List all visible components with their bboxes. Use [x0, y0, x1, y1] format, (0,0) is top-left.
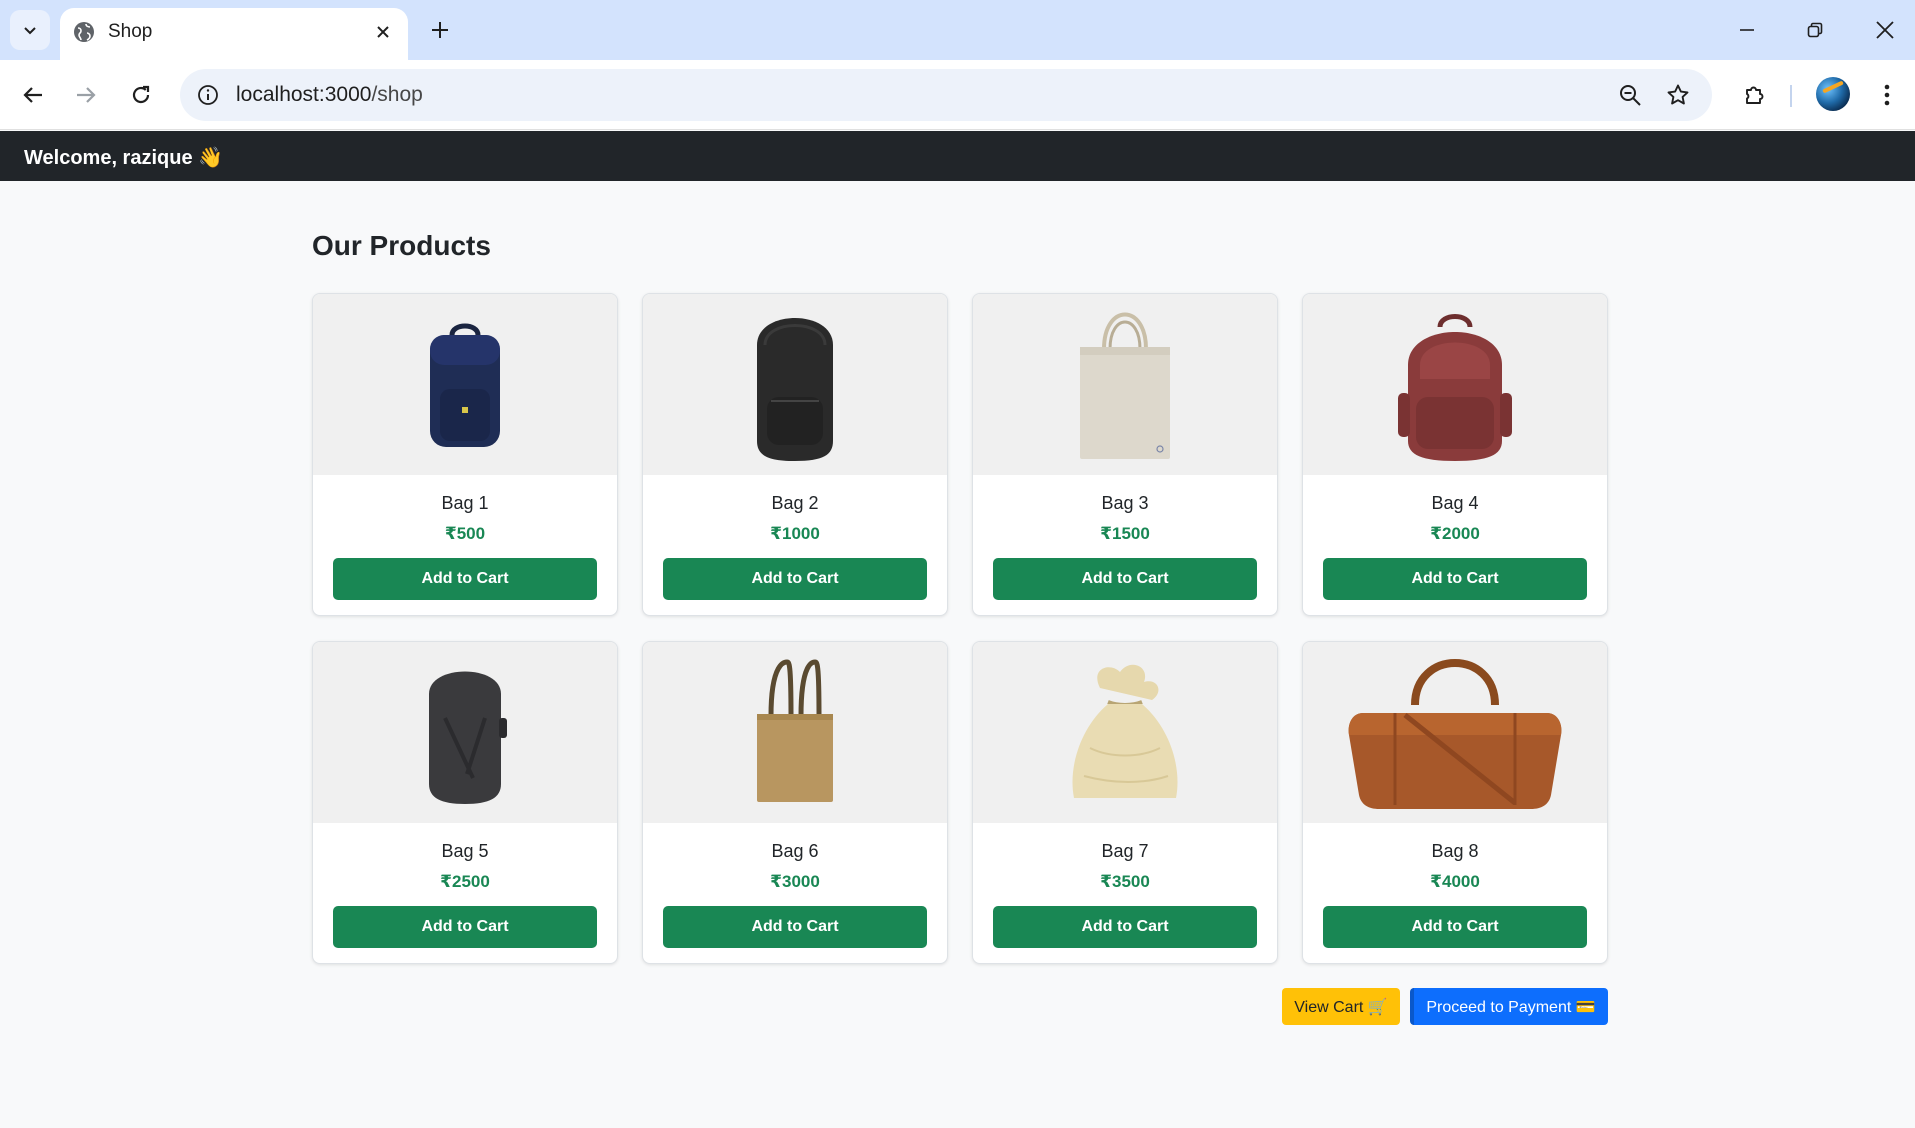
product-name: Bag 7 [1101, 841, 1149, 861]
new-tab-button[interactable] [424, 14, 456, 46]
product-price: ₹3000 [770, 872, 820, 891]
proceed-to-payment-button[interactable]: Proceed to Payment 💳 [1410, 988, 1608, 1025]
product-name: Bag 5 [441, 841, 489, 861]
product-card: Bag 2 ₹1000 Add to Cart [642, 293, 948, 616]
browser-toolbar: localhost:3000/shop [0, 60, 1915, 130]
product-card: Bag 3 ₹1500 Add to Cart [972, 293, 1278, 616]
drawstring-pouch-image [1072, 664, 1178, 798]
app-header: Welcome, razique 👋 [0, 131, 1915, 181]
forward-arrow-icon [77, 87, 96, 103]
product-card: Bag 5 ₹2500 Add to Cart [312, 641, 618, 964]
view-cart-button[interactable]: View Cart 🛒 [1282, 988, 1400, 1025]
site-info-button[interactable] [192, 79, 224, 111]
add-to-cart-button[interactable]: Add to Cart [333, 558, 597, 600]
puzzle-piece-icon [1746, 86, 1764, 104]
browser-menu-button[interactable] [1867, 75, 1907, 115]
url-host: localhost:3000 [236, 83, 372, 106]
product-price: ₹500 [444, 524, 486, 543]
info-icon [198, 85, 218, 105]
product-name: Bag 6 [771, 841, 819, 861]
zoom-out-icon [1620, 85, 1641, 106]
forward-button[interactable] [66, 75, 106, 115]
duffel-bag-image [1348, 658, 1562, 809]
add-to-cart-button[interactable]: Add to Cart [1323, 906, 1587, 948]
add-to-cart-button[interactable]: Add to Cart [1323, 558, 1587, 600]
product-card: Bag 8 ₹4000 Add to Cart [1302, 641, 1608, 964]
star-icon [1667, 84, 1689, 105]
product-card: Bag 4 ₹2000 Add to Cart [1302, 293, 1608, 616]
plus-icon [432, 22, 448, 38]
product-price: ₹2000 [1430, 524, 1480, 543]
close-icon [377, 26, 389, 38]
minimize-button[interactable] [1723, 10, 1771, 50]
back-button[interactable] [13, 75, 53, 115]
reload-icon [132, 85, 150, 104]
product-name: Bag 1 [441, 493, 489, 513]
welcome-message: Welcome, razique 👋 [24, 147, 224, 169]
product-price: ₹3500 [1100, 872, 1150, 891]
product-price: ₹1000 [770, 524, 820, 543]
product-image-area [1303, 642, 1607, 823]
toolbar-separator [1790, 85, 1792, 107]
tab-search-button[interactable] [10, 10, 50, 50]
product-image-area [313, 294, 617, 475]
add-to-cart-button[interactable]: Add to Cart [663, 558, 927, 600]
product-card: Bag 7 ₹3500 Add to Cart [972, 641, 1278, 964]
profile-avatar[interactable] [1816, 77, 1850, 111]
minimize-icon [1740, 29, 1754, 31]
back-arrow-icon [23, 87, 42, 103]
restore-icon [1807, 22, 1823, 38]
restore-button[interactable] [1791, 10, 1839, 50]
reload-button[interactable] [121, 75, 161, 115]
extensions-button[interactable] [1735, 75, 1775, 115]
product-image-area [643, 294, 947, 475]
add-to-cart-button[interactable]: Add to Cart [663, 906, 927, 948]
add-to-cart-button[interactable]: Add to Cart [993, 558, 1257, 600]
product-image-area [1303, 294, 1607, 475]
product-name: Bag 4 [1431, 493, 1479, 513]
product-price: ₹2500 [440, 872, 490, 891]
page-title: Our Products [312, 230, 491, 261]
product-image-area [973, 642, 1277, 823]
url-text: localhost:3000/shop [236, 83, 423, 107]
add-to-cart-button[interactable]: Add to Cart [993, 906, 1257, 948]
add-to-cart-button[interactable]: Add to Cart [333, 906, 597, 948]
address-bar[interactable]: localhost:3000/shop [180, 69, 1712, 121]
close-icon [1876, 21, 1894, 39]
product-grid: Bag 1 ₹500 Add to Cart Bag 2 ₹1000 Add t… [312, 293, 1608, 964]
bookmark-button[interactable] [1662, 79, 1694, 111]
grey-backpack-image [429, 671, 507, 804]
product-name: Bag 8 [1431, 841, 1479, 861]
tab-close-button[interactable] [370, 19, 396, 45]
close-window-button[interactable] [1861, 10, 1909, 50]
product-name: Bag 2 [771, 493, 819, 513]
product-image-area [643, 642, 947, 823]
product-price: ₹1500 [1100, 524, 1150, 543]
zoom-button[interactable] [1614, 79, 1646, 111]
browser-tab-strip: Shop [0, 0, 1915, 60]
more-vertical-icon [1884, 84, 1890, 106]
jute-tote-image [757, 658, 833, 802]
leather-backpack-image [1398, 313, 1512, 461]
product-price: ₹4000 [1430, 872, 1480, 891]
product-image-area [313, 642, 617, 823]
globe-icon [74, 22, 94, 42]
product-card: Bag 1 ₹500 Add to Cart [312, 293, 618, 616]
chevron-down-icon [24, 27, 36, 35]
tab-title: Shop [108, 21, 153, 42]
product-image-area [973, 294, 1277, 475]
product-card: Bag 6 ₹3000 Add to Cart [642, 641, 948, 964]
url-path: /shop [371, 83, 423, 106]
black-backpack-image [757, 317, 833, 461]
navy-backpack-image [430, 323, 500, 447]
browser-tab[interactable]: Shop [60, 8, 408, 60]
canvas-tote-image [1080, 312, 1170, 459]
product-name: Bag 3 [1101, 493, 1149, 513]
